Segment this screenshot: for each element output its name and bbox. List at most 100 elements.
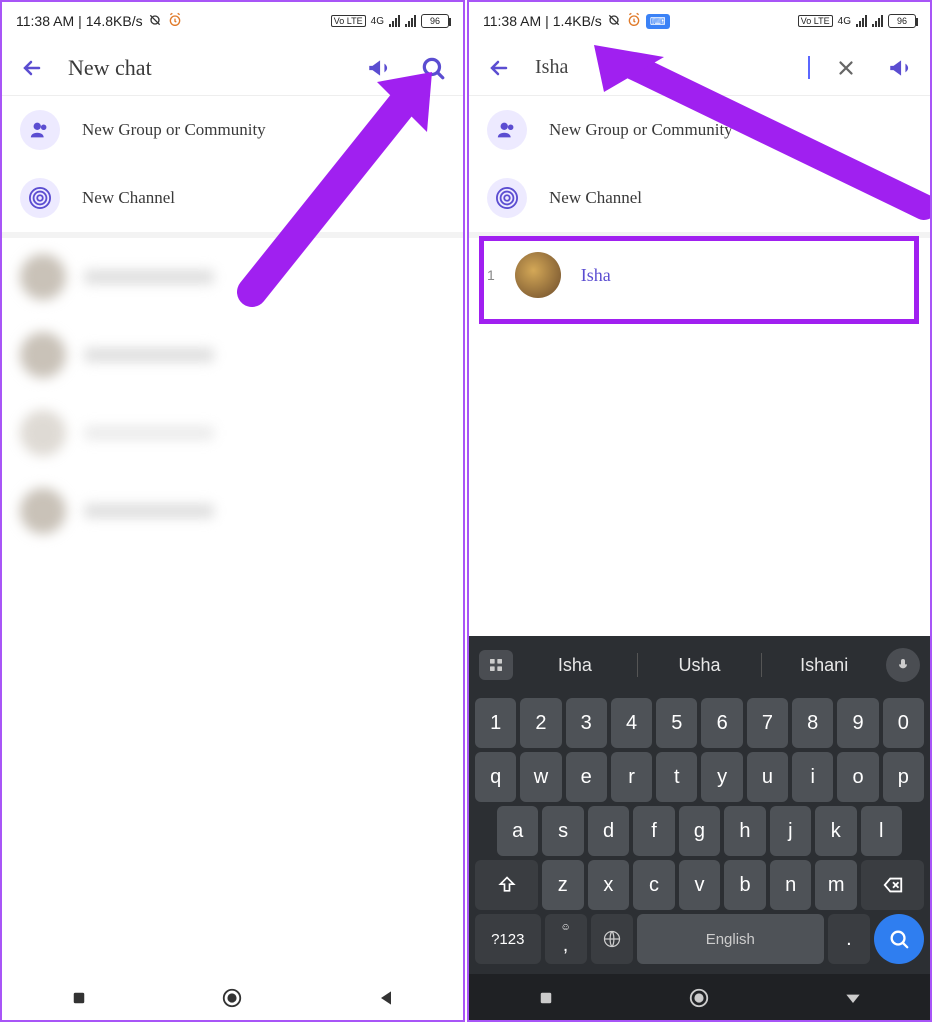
key-c[interactable]: c [633, 860, 675, 910]
mute-icon [147, 12, 163, 31]
search-result-item[interactable]: 1 Isha [469, 238, 930, 312]
megaphone-icon[interactable] [361, 50, 397, 86]
key-7[interactable]: 7 [747, 698, 788, 748]
channel-icon [20, 178, 60, 218]
key-4[interactable]: 4 [611, 698, 652, 748]
key-d[interactable]: d [588, 806, 629, 856]
key-h[interactable]: h [724, 806, 765, 856]
key-5[interactable]: 5 [656, 698, 697, 748]
key-3[interactable]: 3 [566, 698, 607, 748]
contact-row-blurred [2, 316, 463, 394]
alarm-icon [167, 12, 183, 31]
key-r[interactable]: r [611, 752, 652, 802]
key-0[interactable]: 0 [883, 698, 924, 748]
search-input[interactable] [535, 56, 810, 79]
key-v[interactable]: v [679, 860, 721, 910]
network-label: 4G [371, 16, 384, 27]
search-key[interactable] [874, 914, 924, 964]
key-e[interactable]: e [566, 752, 607, 802]
suggestion-3[interactable]: Ishani [766, 655, 882, 676]
back-button[interactable] [481, 50, 517, 86]
key-f[interactable]: f [633, 806, 674, 856]
battery-icon: 96 [421, 14, 449, 28]
new-group-label: New Group or Community [82, 120, 266, 140]
keyboard: Isha Usha Ishani 1234567890 qwertyuiop a… [469, 636, 930, 974]
key-t[interactable]: t [656, 752, 697, 802]
comma-key[interactable]: ☺ , [545, 914, 587, 964]
contact-row-blurred [2, 394, 463, 472]
nav-home[interactable] [685, 984, 713, 1012]
key-row-2: qwertyuiop [475, 752, 924, 802]
keyboard-tile-icon[interactable] [479, 650, 513, 680]
key-1[interactable]: 1 [475, 698, 516, 748]
key-6[interactable]: 6 [701, 698, 742, 748]
key-2[interactable]: 2 [520, 698, 561, 748]
signal-icon [389, 15, 400, 27]
nav-bar [469, 974, 930, 1020]
megaphone-icon[interactable] [882, 50, 918, 86]
suggestion-1[interactable]: Isha [517, 655, 633, 676]
key-p[interactable]: p [883, 752, 924, 802]
dot-key[interactable]: . [828, 914, 870, 964]
status-speed: 1.4KB/s [553, 13, 602, 29]
key-row-4: zxcvbnm [475, 860, 924, 910]
new-group-label: New Group or Community [549, 120, 733, 140]
new-channel-label: New Channel [82, 188, 175, 208]
globe-key[interactable] [591, 914, 633, 964]
key-k[interactable]: k [815, 806, 856, 856]
shift-key[interactable] [475, 860, 538, 910]
key-w[interactable]: w [520, 752, 561, 802]
app-header: New chat [2, 40, 463, 96]
key-row-3: asdfghjkl [475, 806, 924, 856]
key-n[interactable]: n [770, 860, 812, 910]
new-channel-item[interactable]: New Channel [469, 164, 930, 232]
key-g[interactable]: g [679, 806, 720, 856]
suggestion-2[interactable]: Usha [642, 655, 758, 676]
key-o[interactable]: o [837, 752, 878, 802]
key-a[interactable]: a [497, 806, 538, 856]
key-u[interactable]: u [747, 752, 788, 802]
nav-recent[interactable] [532, 984, 560, 1012]
clear-icon[interactable] [828, 50, 864, 86]
key-i[interactable]: i [792, 752, 833, 802]
result-name: Isha [581, 265, 611, 286]
key-z[interactable]: z [542, 860, 584, 910]
space-key[interactable]: English [637, 914, 824, 964]
app-header-search [469, 40, 930, 96]
key-row-1: 1234567890 [475, 698, 924, 748]
key-j[interactable]: j [770, 806, 811, 856]
mic-icon[interactable] [886, 648, 920, 682]
key-x[interactable]: x [588, 860, 630, 910]
backspace-key[interactable] [861, 860, 924, 910]
search-icon[interactable] [415, 50, 451, 86]
back-button[interactable] [14, 50, 50, 86]
network-label: 4G [838, 16, 851, 27]
status-time: 11:38 AM [483, 13, 541, 29]
keyboard-indicator-icon: ⌨ [646, 14, 670, 29]
key-m[interactable]: m [815, 860, 857, 910]
nav-keyboard-down[interactable] [839, 984, 867, 1012]
key-q[interactable]: q [475, 752, 516, 802]
new-channel-item[interactable]: New Channel [2, 164, 463, 232]
symbols-key[interactable]: ?123 [475, 914, 541, 964]
result-avatar [515, 252, 561, 298]
key-b[interactable]: b [724, 860, 766, 910]
volte-icon: Vo LTE [331, 15, 366, 27]
key-y[interactable]: y [701, 752, 742, 802]
group-icon [20, 110, 60, 150]
status-speed: 14.8KB/s [86, 13, 143, 29]
nav-bar [2, 974, 463, 1020]
key-9[interactable]: 9 [837, 698, 878, 748]
new-group-item[interactable]: New Group or Community [2, 96, 463, 164]
key-8[interactable]: 8 [792, 698, 833, 748]
key-s[interactable]: s [542, 806, 583, 856]
status-bar: 11:38 AM | 14.8KB/s Vo LTE 4G 96 [2, 2, 463, 40]
nav-back[interactable] [372, 984, 400, 1012]
nav-recent[interactable] [65, 984, 93, 1012]
nav-home[interactable] [218, 984, 246, 1012]
new-group-item[interactable]: New Group or Community [469, 96, 930, 164]
signal-icon-2 [405, 15, 416, 27]
contact-row-blurred [2, 472, 463, 550]
channel-icon [487, 178, 527, 218]
key-l[interactable]: l [861, 806, 902, 856]
